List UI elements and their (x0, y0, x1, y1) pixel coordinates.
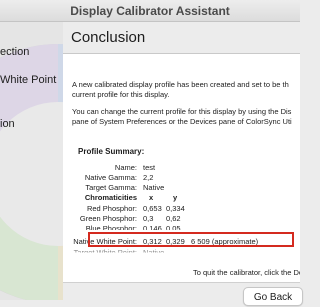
summary-value-y: 0,62 (166, 214, 181, 223)
sidebar-item-conclusion: ion (0, 118, 15, 130)
profile-summary-title: Profile Summary: (78, 147, 145, 156)
summary-value: test (143, 163, 156, 172)
sidebar: ection White Point ion (0, 22, 63, 300)
summary-label: Red Phosphor: (86, 204, 137, 213)
summary-label: Chromaticities (84, 193, 137, 202)
summary-value: Native (143, 183, 165, 192)
summary-label: Target Gamma: (85, 183, 137, 192)
highlight-box (88, 232, 294, 247)
summary-value: 2,2 (143, 173, 154, 182)
window-title: Display Calibrator Assistant (0, 0, 300, 22)
summary-row-target-gamma: Target Gamma: Native (63, 183, 300, 193)
summary-row-target-white-point: Target White Point: Native (63, 248, 300, 257)
content-panel: A new calibrated display profile has bee… (63, 54, 300, 283)
sidebar-item-white-point: White Point (0, 74, 57, 86)
summary-value-y: 0,334 (166, 204, 185, 213)
summary-row-name: Name: test (63, 163, 300, 173)
summary-label: Native Gamma: (84, 173, 137, 182)
go-back-button[interactable]: Go Back (243, 287, 303, 306)
column-header-x: x (149, 193, 154, 202)
summary-label: Target White Point: (73, 248, 137, 257)
column-header-y: y (173, 193, 178, 202)
quit-instruction: To quit the calibrator, click the Done b… (193, 268, 300, 277)
summary-row-native-gamma: Native Gamma: 2,2 (63, 173, 300, 183)
description-paragraph: A new calibrated display profile has bee… (72, 80, 289, 99)
summary-value-x: 0,3 (143, 214, 154, 223)
page-title: Conclusion (71, 29, 146, 46)
summary-row-green-phosphor: Green Phosphor: 0,3 0,62 (63, 214, 300, 224)
summary-row-chromaticities-header: Chromaticities x y (63, 193, 300, 203)
summary-value-x: 0,653 (143, 204, 162, 213)
summary-value: Native (143, 248, 165, 257)
main-pane: Conclusion A new calibrated display prof… (63, 22, 303, 306)
sidebar-item-introduction: ection (0, 46, 30, 58)
summary-row-red-phosphor: Red Phosphor: 0,653 0,334 (63, 204, 300, 214)
summary-label: Green Phosphor: (79, 214, 137, 223)
instruction-paragraph: You can change the current profile for t… (72, 107, 292, 126)
summary-label: Name: (114, 163, 137, 172)
